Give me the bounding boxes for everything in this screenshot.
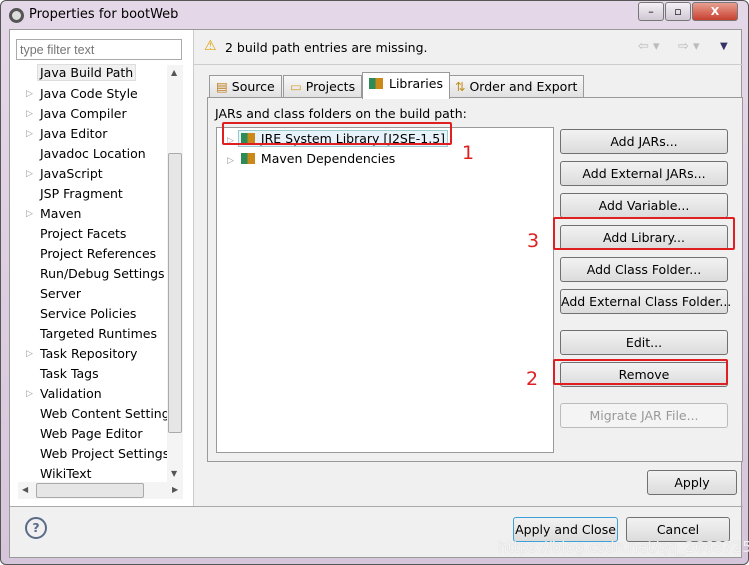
window-title: Properties for bootWeb xyxy=(29,7,179,22)
close-button[interactable]: X xyxy=(692,2,738,21)
sidebar-item[interactable]: Java Editor xyxy=(40,126,107,141)
add-variable-button[interactable]: Add Variable... xyxy=(560,193,728,218)
list-item[interactable]: ▷ Maven Dependencies xyxy=(227,151,398,166)
sidebar-item[interactable]: Targeted Runtimes xyxy=(40,326,157,341)
filter-input[interactable] xyxy=(16,39,182,60)
add-external-jars-button[interactable]: Add External JARs... xyxy=(560,161,728,186)
forward-nav-icon[interactable]: ⇨ ▾ xyxy=(678,39,700,54)
minimize-button[interactable]: – xyxy=(638,2,664,21)
tab-order-and-export[interactable]: ⇅ Order and Export xyxy=(448,75,585,98)
sidebar-item[interactable]: Project References xyxy=(40,246,156,261)
tab-source[interactable]: ▤ Source xyxy=(209,75,282,98)
sidebar-item[interactable]: Java Compiler xyxy=(40,106,127,121)
warning-icon: ⚠ xyxy=(204,38,217,54)
expand-icon[interactable]: ▷ xyxy=(26,89,33,99)
add-jars-button[interactable]: Add JARs... xyxy=(560,129,728,154)
sidebar-item[interactable]: Run/Debug Settings xyxy=(40,266,165,281)
sidebar-vertical-scrollbar[interactable]: ▲ ▼ xyxy=(167,65,183,482)
expand-icon[interactable]: ▷ xyxy=(26,129,33,139)
sidebar-item[interactable]: Web Project Settings xyxy=(40,446,169,461)
expand-icon[interactable]: ▷ xyxy=(26,349,33,359)
libraries-caption: JARs and class folders on the build path… xyxy=(215,106,467,121)
sidebar-item[interactable]: Service Policies xyxy=(40,306,136,321)
annotation-box xyxy=(553,217,735,250)
sidebar-item[interactable]: Web Content Settings xyxy=(40,406,176,421)
sidebar-item[interactable]: Javadoc Location xyxy=(40,146,146,161)
annotation-number: 1 xyxy=(462,142,475,164)
gear-icon xyxy=(9,8,24,23)
sidebar-item[interactable]: WikiText xyxy=(40,466,92,481)
help-icon[interactable]: ? xyxy=(25,517,47,539)
expand-icon[interactable]: ▷ xyxy=(26,209,33,219)
add-external-class-folder-button[interactable]: Add External Class Folder... xyxy=(560,289,731,314)
expand-icon[interactable]: ▷ xyxy=(26,389,33,399)
sidebar-item[interactable]: Server xyxy=(40,286,81,301)
properties-dialog: Properties for bootWeb – ▫ X Java Build … xyxy=(0,0,749,565)
header-message: 2 build path entries are missing. xyxy=(225,40,428,55)
library-icon xyxy=(240,153,255,164)
sidebar-item[interactable]: Web Page Editor xyxy=(40,426,142,441)
annotation-number: 3 xyxy=(527,230,540,252)
back-nav-icon[interactable]: ⇦ ▾ xyxy=(638,39,660,54)
watermark: https://blog.csdn.net/qq_26687255 xyxy=(498,538,749,556)
apply-button[interactable]: Apply xyxy=(647,470,737,495)
tab-libraries[interactable]: Libraries xyxy=(362,72,450,99)
sidebar-item[interactable]: Project Facets xyxy=(40,226,126,241)
annotation-box xyxy=(222,122,452,145)
sidebar-item[interactable]: Task Tags xyxy=(40,366,99,381)
sidebar-item[interactable]: Task Repository xyxy=(40,346,137,361)
libraries-panel: JARs and class folders on the build path… xyxy=(207,97,743,462)
migrate-jar-button[interactable]: Migrate JAR File... xyxy=(560,403,728,428)
sidebar-item[interactable]: JSP Fragment xyxy=(40,186,123,201)
sidebar-item[interactable]: Java Code Style xyxy=(40,86,138,101)
menu-dropdown-icon[interactable]: ▼ xyxy=(720,41,728,52)
sidebar: Java Build Path ▷ Java Code Style ▷ Java Com… xyxy=(10,30,193,506)
sidebar-item[interactable]: Maven xyxy=(40,206,81,221)
sidebar-item[interactable]: Validation xyxy=(40,386,102,401)
sidebar-item[interactable]: JavaScript xyxy=(40,166,103,181)
edit-button[interactable]: Edit... xyxy=(560,330,728,355)
sidebar-horizontal-scrollbar[interactable]: ◀ ▶ xyxy=(18,482,183,499)
annotation-number: 2 xyxy=(526,368,539,390)
add-class-folder-button[interactable]: Add Class Folder... xyxy=(560,257,728,282)
sidebar-item[interactable]: Java Build Path xyxy=(37,64,137,81)
scrollbar-thumb[interactable] xyxy=(168,153,182,433)
library-list[interactable]: ▷ JRE System Library [J2SE-1.5] ▷ Maven … xyxy=(216,127,554,453)
dialog-body: Java Build Path ▷ Java Code Style ▷ Java Com… xyxy=(9,29,749,558)
tab-projects[interactable]: ▭ Projects xyxy=(283,75,363,98)
maximize-button[interactable]: ▫ xyxy=(665,2,691,21)
expand-icon[interactable]: ▷ xyxy=(26,169,33,179)
library-icon xyxy=(369,78,383,89)
expand-icon[interactable]: ▷ xyxy=(26,109,33,119)
scrollbar-thumb[interactable] xyxy=(36,483,144,498)
annotation-box xyxy=(553,359,728,385)
